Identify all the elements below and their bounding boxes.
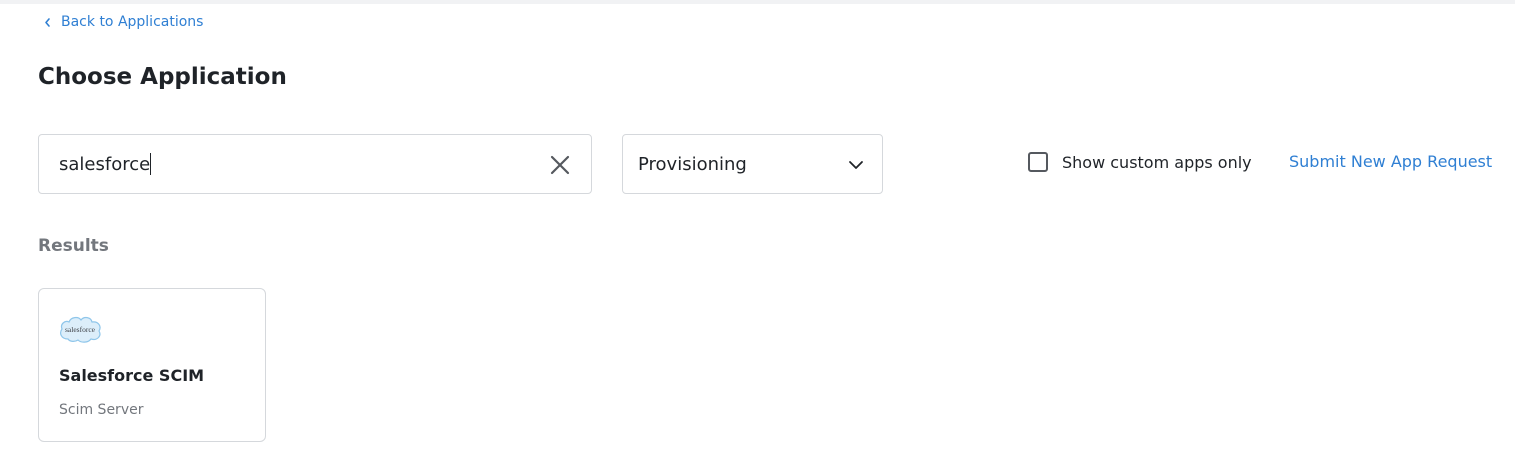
submit-new-app-request-link[interactable]: Submit New App Request: [1289, 152, 1492, 171]
show-custom-apps-label: Show custom apps only: [1062, 152, 1252, 172]
page-title: Choose Application: [38, 64, 287, 90]
back-link-label: Back to Applications: [61, 14, 204, 30]
svg-text:salesforce: salesforce: [65, 325, 96, 334]
category-select-value: Provisioning: [638, 153, 747, 175]
chevron-down-icon: [849, 161, 863, 169]
search-input[interactable]: salesforce: [38, 134, 592, 194]
show-custom-apps-toggle[interactable]: Show custom apps only: [1028, 152, 1252, 172]
text-caret: [150, 153, 152, 175]
back-to-applications-link[interactable]: Back to Applications: [43, 14, 203, 30]
top-bar: [0, 0, 1515, 4]
app-card-type: Scim Server: [59, 402, 144, 418]
search-input-value[interactable]: salesforce: [59, 154, 150, 175]
salesforce-cloud-logo-icon: salesforce: [60, 316, 101, 343]
app-card-name: Salesforce SCIM: [59, 366, 205, 385]
close-icon[interactable]: [549, 154, 571, 176]
show-custom-apps-checkbox[interactable]: [1028, 152, 1048, 172]
category-select[interactable]: Provisioning: [622, 134, 883, 194]
chevron-left-icon: [45, 17, 50, 27]
app-card-salesforce-scim[interactable]: salesforce Salesforce SCIM Scim Server: [38, 288, 266, 442]
results-heading: Results: [38, 236, 109, 256]
